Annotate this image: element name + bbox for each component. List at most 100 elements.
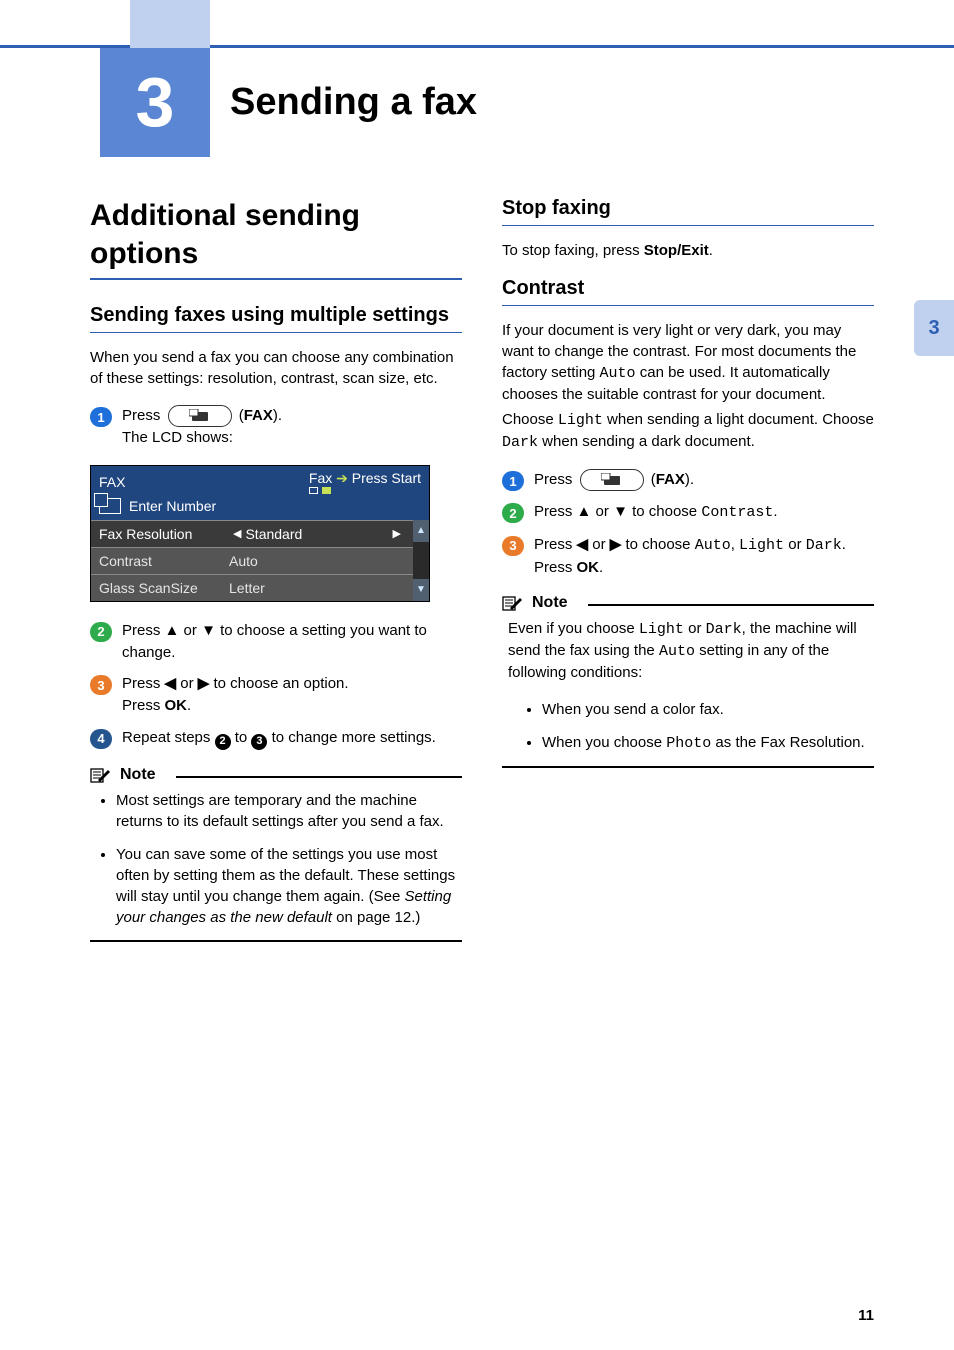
mono-light: Light	[639, 621, 684, 638]
note-item-2: When you choose Photo as the Fax Resolut…	[542, 732, 874, 754]
ref-step-3: 3	[251, 734, 267, 750]
note-label: Note	[532, 594, 568, 612]
lcd-enter-number: Enter Number	[129, 498, 216, 514]
subsection-title: Sending faxes using multiple settings	[90, 304, 462, 333]
step-3: 3 Press ◀ or ▶ to choose an option. Pres…	[90, 673, 462, 717]
text: on page 12.)	[332, 909, 420, 926]
note-list: When you send a color fax. When you choo…	[502, 699, 874, 754]
c-step-1: 1 Press (FAX).	[502, 469, 874, 491]
text: Fax	[309, 470, 336, 486]
mono-contrast: Contrast	[701, 504, 773, 521]
up-arrow-icon: ▲	[165, 622, 180, 639]
mono-light: Light	[558, 412, 603, 429]
step-badge-1: 1	[90, 407, 112, 427]
left-column: Additional sending options Sending faxes…	[90, 197, 462, 942]
note-item-1: Most settings are temporary and the mach…	[116, 790, 462, 832]
step-4: 4 Repeat steps 2 to 3 to change more set…	[90, 727, 462, 750]
text: .	[773, 503, 777, 520]
up-arrow-icon: ▲	[577, 503, 592, 520]
fax-button-icon	[580, 469, 644, 491]
stop-text: To stop faxing, press Stop/Exit.	[502, 240, 874, 261]
dot-mono	[309, 487, 318, 494]
note-lead: Even if you choose Light or Dark, the ma…	[508, 618, 874, 683]
contrast-para-1: If your document is very light or very d…	[502, 320, 874, 405]
text: Press	[534, 471, 577, 488]
lcd-row-glass-scansize: Glass ScanSize Letter	[91, 574, 413, 601]
text: The LCD shows:	[122, 429, 233, 446]
chapter-number: 3	[100, 47, 210, 157]
step-badge-2: 2	[502, 503, 524, 523]
step-2: 2 Press ▲ or ▼ to choose a setting you w…	[90, 620, 462, 664]
fax-label: FAX	[656, 471, 685, 488]
scroll-up-icon: ▲	[413, 520, 429, 542]
c-step-3-text: Press ◀ or ▶ to choose Auto, Light or Da…	[534, 534, 874, 579]
scroll-track	[413, 542, 429, 579]
right-column: Stop faxing To stop faxing, press Stop/E…	[502, 197, 874, 942]
lcd-title: FAX	[99, 474, 125, 490]
text: Even if you choose	[508, 620, 639, 637]
text: when sending a light document. Choose	[603, 411, 874, 428]
text: .	[842, 536, 846, 553]
intro-text: When you send a fax you can choose any c…	[90, 347, 462, 389]
lcd-row-contrast: Contrast Auto	[91, 547, 413, 574]
c-step-2-text: Press ▲ or ▼ to choose Contrast.	[534, 501, 874, 524]
fax-label: FAX	[244, 407, 273, 424]
note-item-1: When you send a color fax.	[542, 699, 874, 720]
lcd-rows: Fax Resolution ◀ Standard ▶ Contrast Aut…	[91, 520, 413, 601]
text: ).	[273, 407, 282, 424]
contrast-para-2: Choose Light when sending a light docume…	[502, 409, 874, 453]
note-heading: Note	[90, 766, 462, 784]
text: or	[588, 536, 610, 553]
text: or	[179, 622, 201, 639]
text: .	[187, 697, 191, 714]
start-dots	[309, 487, 421, 494]
text: ,	[731, 536, 739, 553]
down-arrow-icon: ▼	[613, 503, 628, 520]
lcd-row-value: Standard	[245, 526, 302, 542]
text: Press Start	[348, 470, 421, 486]
chapter-head: 3 Sending a fax	[100, 47, 954, 157]
fax-button-icon	[168, 405, 232, 427]
c-step-3: 3 Press ◀ or ▶ to choose Auto, Light or …	[502, 534, 874, 579]
c-step-1-text: Press (FAX).	[534, 469, 874, 491]
right-arrow-icon: ▶	[610, 536, 622, 553]
lcd-subheader: Enter Number	[91, 494, 429, 520]
step-1-text: Press (FAX). The LCD shows:	[122, 405, 462, 449]
side-tab: 3	[914, 300, 954, 356]
text: or	[684, 620, 706, 637]
note-end-rule	[502, 766, 874, 768]
page-number: 11	[858, 1307, 874, 1324]
lcd-row-label: Fax Resolution	[99, 526, 229, 542]
lcd-body: Fax Resolution ◀ Standard ▶ Contrast Aut…	[91, 520, 429, 601]
mono-auto: Auto	[600, 365, 636, 382]
mono-auto: Auto	[695, 537, 731, 554]
note-end-rule	[90, 940, 462, 942]
step-badge-3: 3	[502, 536, 524, 556]
right-arrow-icon: ▶	[389, 527, 405, 540]
fax-machine-icon	[99, 498, 121, 514]
text: to choose an option.	[209, 675, 348, 692]
ref-step-2: 2	[215, 734, 231, 750]
note-list: Most settings are temporary and the mach…	[90, 790, 462, 928]
step-badge-4: 4	[90, 729, 112, 749]
stop-title: Stop faxing	[502, 197, 874, 226]
text: Press	[534, 559, 577, 576]
top-band	[0, 0, 954, 48]
note-rule	[176, 776, 462, 778]
left-arrow-icon: ◀	[165, 675, 177, 692]
ok-label: OK	[577, 559, 600, 576]
note-pencil-icon	[90, 766, 112, 784]
text: when sending a dark document.	[538, 433, 755, 450]
text: Press	[122, 697, 165, 714]
lcd-row-value: Auto	[229, 553, 258, 569]
section-title: Additional sending options	[90, 197, 462, 280]
text: When you choose	[542, 734, 666, 751]
text: Choose	[502, 411, 558, 428]
text: .	[599, 559, 603, 576]
lcd-row-value: Letter	[229, 580, 265, 596]
text: Repeat steps	[122, 729, 215, 746]
left-arrow-icon: ◀	[577, 536, 589, 553]
lcd-row-label: Contrast	[99, 553, 229, 569]
step-badge-1: 1	[502, 471, 524, 491]
down-arrow-icon: ▼	[201, 622, 216, 639]
